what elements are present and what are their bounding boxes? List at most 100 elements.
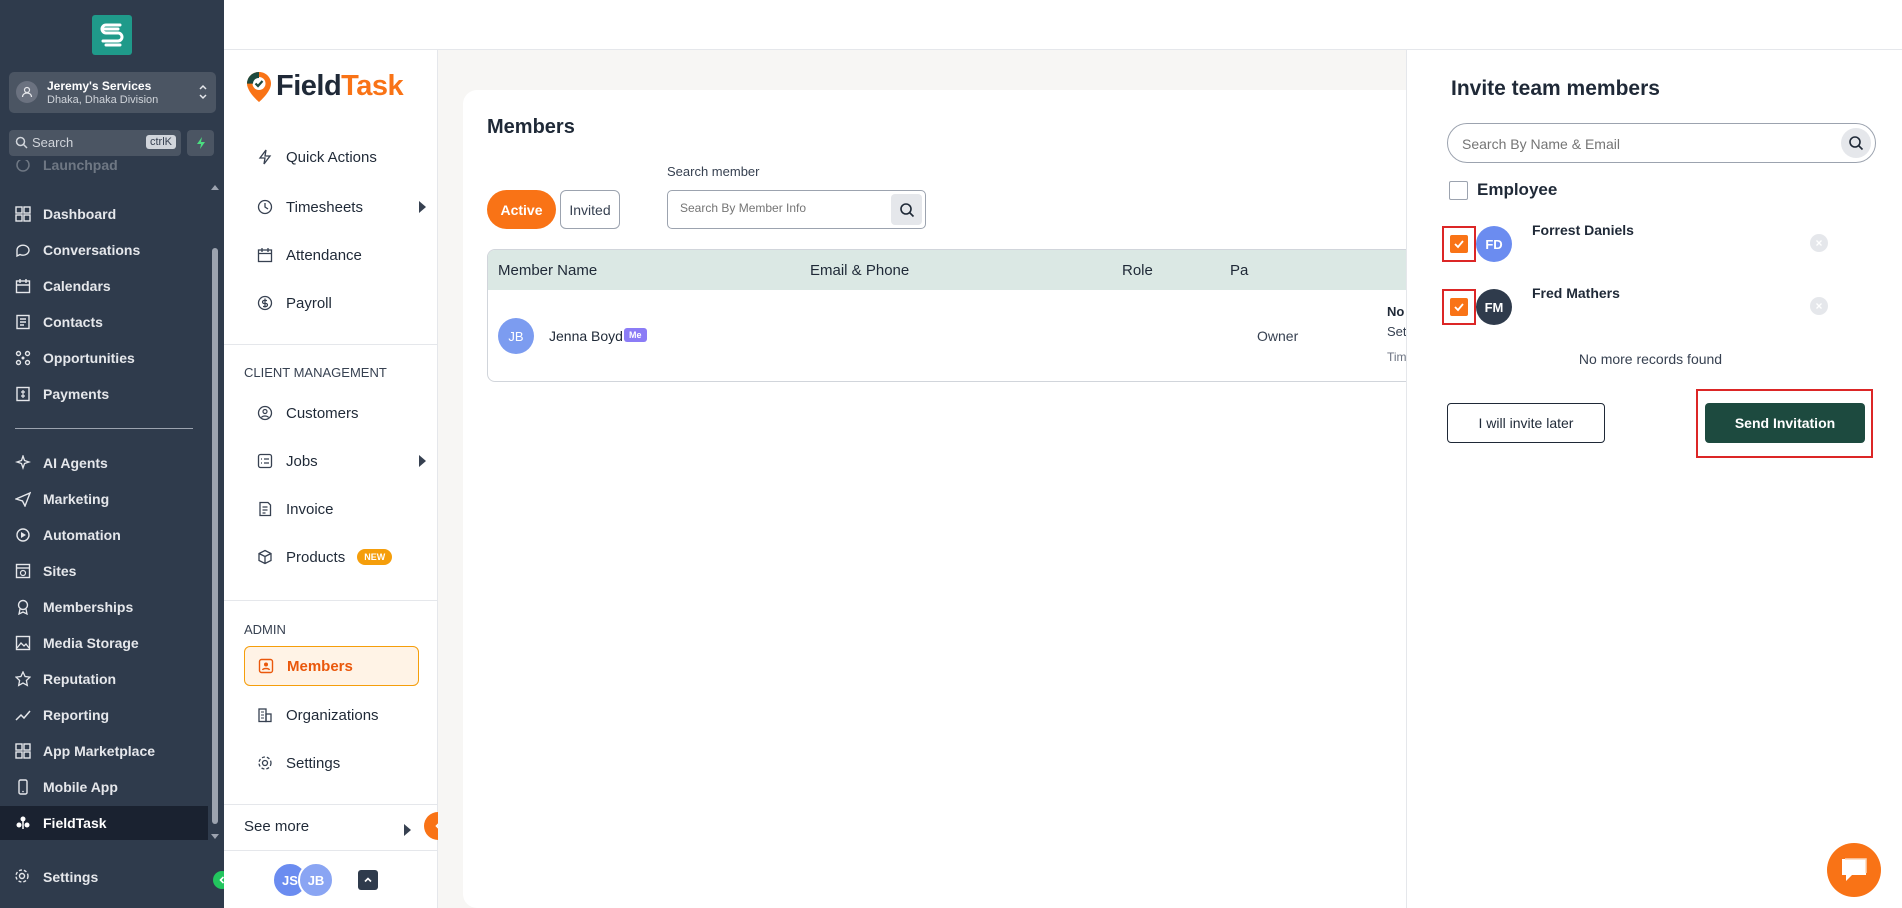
sidebar-item-conversations[interactable]: Conversations (0, 233, 208, 267)
attendance-calendar-icon (256, 246, 274, 264)
sidebar-item-reporting[interactable]: Reporting (0, 698, 208, 732)
expand-user-menu-button[interactable] (358, 870, 378, 890)
invite-later-button[interactable]: I will invite later (1447, 403, 1605, 443)
sidebar-item-label: AI Agents (43, 455, 108, 471)
sidebar-item-label: Opportunities (43, 350, 135, 366)
invoice-icon (256, 500, 274, 518)
company-logo[interactable] (92, 15, 132, 55)
search-member-field (667, 190, 926, 229)
nav-timesheets[interactable]: Timesheets (256, 192, 426, 222)
sidebar-item-launchpad[interactable]: Launchpad (0, 160, 208, 182)
new-badge: NEW (357, 549, 393, 565)
sidebar-item-label: Settings (43, 869, 99, 885)
account-switcher[interactable]: Jeremy's Services Dhaka, Dhaka Division (9, 72, 216, 113)
nav-products[interactable]: Products NEW (256, 542, 426, 572)
nav-payroll[interactable]: Payroll (256, 288, 426, 318)
nav-quick-actions[interactable]: Quick Actions (256, 142, 426, 172)
sidebar-item-fieldtask[interactable]: FieldTask (0, 806, 208, 840)
sidebar-item-contacts[interactable]: Contacts (0, 305, 208, 339)
nav-divider (224, 804, 438, 805)
column-header[interactable]: Email & Phone (810, 262, 909, 279)
tab-invited[interactable]: Invited (560, 190, 620, 229)
sidebar-item-marketing[interactable]: Marketing (0, 482, 208, 516)
invite-search-button[interactable] (1841, 128, 1871, 158)
lightning-icon (196, 137, 205, 149)
expand-arrow-icon[interactable] (419, 201, 426, 213)
quick-action-button[interactable] (187, 130, 214, 156)
pay-cell-line1: No (1387, 304, 1405, 319)
employee-select-all-checkbox[interactable] (1449, 181, 1468, 200)
nav-jobs[interactable]: Jobs (256, 446, 426, 476)
sidebar-item-label: Mobile App (43, 779, 118, 795)
member-name[interactable]: Jenna Boyd (549, 328, 623, 344)
dashboard-icon (14, 205, 32, 223)
sidebar-item-opportunities[interactable]: Opportunities (0, 341, 208, 375)
me-badge: Me (624, 328, 647, 342)
sidebar-item-label: FieldTask (43, 815, 107, 831)
nav-invoice[interactable]: Invoice (256, 494, 426, 524)
sidebar-item-label: Memberships (43, 599, 134, 615)
avatar: FM (1476, 289, 1512, 325)
nav-label: Jobs (286, 452, 318, 470)
sidebar-scrollbar[interactable] (209, 182, 221, 842)
invite-member-name: Forrest Daniels (1532, 222, 1634, 238)
calendar-icon (14, 277, 32, 295)
member-checkbox[interactable] (1450, 298, 1468, 316)
nav-customers[interactable]: Customers (256, 398, 426, 428)
fieldtask-icon (14, 814, 32, 832)
sidebar-item-payments[interactable]: Payments (0, 377, 208, 411)
gear-icon (14, 868, 32, 886)
column-header[interactable]: Pa (1230, 262, 1248, 279)
member-checkbox[interactable] (1450, 235, 1468, 253)
avatar: JB (498, 318, 534, 354)
remove-member-button[interactable] (1810, 297, 1828, 315)
sidebar-item-label: Marketing (43, 491, 110, 507)
chat-widget-button[interactable] (1827, 843, 1881, 897)
nav-label: Quick Actions (286, 148, 377, 166)
search-member-input[interactable] (678, 200, 878, 216)
pay-cell-line2[interactable]: Set (1387, 324, 1407, 339)
see-more-arrow-icon[interactable] (404, 824, 411, 836)
search-member-button[interactable] (891, 194, 922, 225)
invite-member-row[interactable]: FM Fred Mathers (1442, 285, 1872, 329)
sidebar-item-dashboard[interactable]: Dashboard (0, 197, 208, 231)
sidebar-item-media-storage[interactable]: Media Storage (0, 626, 208, 660)
remove-member-button[interactable] (1810, 234, 1828, 252)
sidebar-item-calendars[interactable]: Calendars (0, 269, 208, 303)
nav-organizations[interactable]: Organizations (256, 700, 426, 730)
sidebar-item-app-marketplace[interactable]: App Marketplace (0, 734, 208, 768)
invite-search-input[interactable] (1460, 135, 1830, 153)
ai-agents-icon (14, 454, 32, 472)
column-header[interactable]: Role (1122, 262, 1153, 279)
chat-icon (14, 241, 32, 259)
account-location: Dhaka, Dhaka Division (47, 94, 159, 106)
sidebar-item-ai-agents[interactable]: AI Agents (0, 446, 208, 480)
sidebar-item-settings[interactable]: Settings (0, 860, 208, 894)
sidebar-item-reputation[interactable]: Reputation (0, 662, 208, 696)
expand-arrow-icon[interactable] (419, 455, 426, 467)
nav-members[interactable]: Members (244, 646, 419, 686)
table-row[interactable]: JB Jenna Boyd Me Owner No Set Tim (488, 290, 1446, 381)
sidebar-item-sites[interactable]: Sites (0, 554, 208, 588)
scrollbar-thumb[interactable] (212, 248, 218, 824)
sidebar-item-label: Conversations (43, 242, 141, 258)
sidebar-item-mobile-app[interactable]: Mobile App (0, 770, 208, 804)
nav-see-more[interactable]: See more (244, 818, 309, 835)
sidebar-item-automation[interactable]: Automation (0, 518, 208, 552)
avatar: FD (1476, 226, 1512, 262)
nav-attendance[interactable]: Attendance (256, 240, 426, 270)
sites-icon (14, 562, 32, 580)
send-invitation-button[interactable]: Send Invitation (1705, 403, 1865, 443)
sidebar-item-label: Dashboard (43, 206, 117, 222)
scroll-down-icon (211, 834, 219, 839)
sidebar-search[interactable]: Search ctrlK (9, 130, 181, 156)
sidebar-item-memberships[interactable]: Memberships (0, 590, 208, 624)
sidebar-item-label: Media Storage (43, 635, 139, 651)
nav-settings[interactable]: Settings (256, 748, 426, 778)
invite-member-row[interactable]: FD Forrest Daniels (1442, 222, 1872, 266)
building-icon (256, 706, 274, 724)
marketplace-icon (14, 742, 32, 760)
avatar[interactable]: JB (298, 862, 334, 898)
column-header[interactable]: Member Name (498, 262, 597, 279)
tab-active[interactable]: Active (487, 190, 556, 229)
